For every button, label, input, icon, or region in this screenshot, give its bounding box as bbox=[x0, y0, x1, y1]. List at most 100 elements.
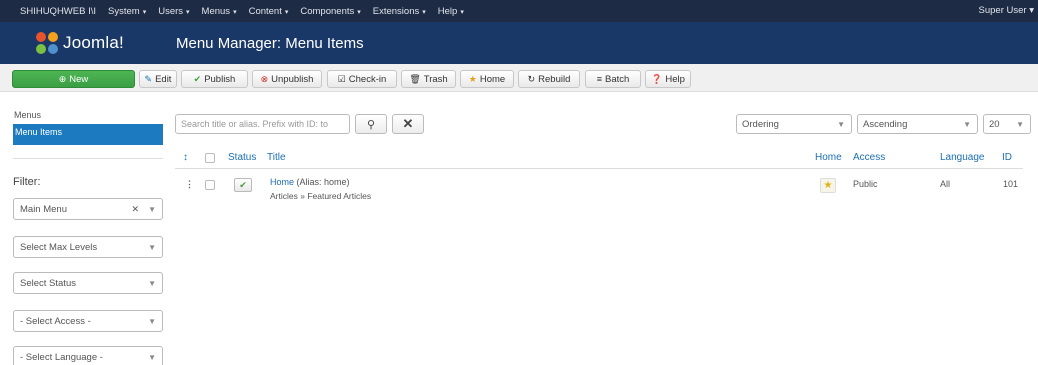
published-toggle[interactable]: ✔ bbox=[234, 178, 252, 192]
column-header-access[interactable]: Access bbox=[853, 152, 885, 163]
menu-system-label: System bbox=[108, 5, 140, 17]
sidebar-item-menu-items[interactable]: Menu Items bbox=[13, 124, 163, 145]
check-icon: ✔ bbox=[239, 179, 247, 190]
edit-button[interactable]: ✎ Edit bbox=[139, 70, 177, 88]
status-filter-select[interactable]: Select Status ▼ bbox=[13, 272, 163, 294]
item-id: 101 bbox=[1003, 179, 1019, 189]
menu-content-label: Content bbox=[248, 5, 282, 17]
table-header-divider bbox=[175, 168, 1023, 169]
edit-icon: ✎ bbox=[144, 73, 153, 84]
toolbar: ⊕ New ✎ Edit ✔ Publish ⊗ Unpublish ☑ Check-in… bbox=[0, 64, 1038, 92]
user-menu-label: Super User bbox=[978, 5, 1027, 16]
plus-circle-icon: ⊕ bbox=[58, 73, 67, 84]
direction-select[interactable]: Ascending ▼ bbox=[857, 114, 978, 134]
check-in-button-label: Check-in bbox=[348, 73, 387, 85]
direction-value: Ascending bbox=[863, 118, 908, 130]
site-name-link[interactable]: SHIHUQHWEB I\I bbox=[20, 6, 96, 17]
help-button[interactable]: ❓ Help bbox=[645, 70, 691, 88]
max-levels-select[interactable]: Select Max Levels ▼ bbox=[13, 236, 163, 258]
max-levels-value: Select Max Levels bbox=[20, 241, 98, 253]
chevron-down-icon: ▼ bbox=[148, 316, 156, 326]
chevron-down-icon: ▾ bbox=[357, 8, 361, 16]
publish-button-label: Publish bbox=[204, 73, 236, 85]
star-icon: ★ bbox=[468, 73, 477, 84]
menu-components-label: Components bbox=[300, 5, 355, 17]
page-title: Menu Manager: Menu Items bbox=[176, 34, 364, 52]
logo-text: Joomla! bbox=[63, 33, 124, 52]
menu-extensions[interactable]: Extensions ▾ bbox=[373, 6, 426, 17]
ordering-column-sort[interactable]: ↕ bbox=[183, 152, 188, 163]
default-home-star[interactable]: ★ bbox=[820, 178, 836, 193]
item-type: Articles » Featured Articles bbox=[270, 191, 372, 201]
new-button[interactable]: ⊕ New bbox=[12, 70, 135, 88]
trash-button[interactable]: 🗑 Trash bbox=[401, 70, 456, 88]
chevron-down-icon: ▼ bbox=[148, 278, 156, 288]
menu-menus[interactable]: Menus ▾ bbox=[202, 6, 237, 17]
access-filter-select[interactable]: - Select Access - ▼ bbox=[13, 310, 163, 332]
home-button[interactable]: ★ Home bbox=[460, 70, 514, 88]
menu-users[interactable]: Users ▾ bbox=[158, 6, 189, 17]
top-nav-bar: SHIHUQHWEB I\I System ▾ Users ▾ Menus ▾ Con… bbox=[0, 0, 1038, 22]
refresh-icon: ↻ bbox=[527, 73, 536, 84]
drag-handle-icon[interactable]: ⋮ bbox=[185, 179, 194, 190]
search-input[interactable]: Search title or alias. Prefix with ID: t… bbox=[175, 114, 350, 134]
menu-content[interactable]: Content ▾ bbox=[249, 6, 289, 17]
menu-filter-select[interactable]: Main Menu ✕ ▼ bbox=[13, 198, 163, 220]
filter-heading: Filter: bbox=[13, 176, 41, 188]
search-placeholder: Search title or alias. Prefix with ID: t… bbox=[181, 119, 329, 129]
menu-components[interactable]: Components ▾ bbox=[300, 6, 360, 17]
rebuild-button-label: Rebuild bbox=[538, 73, 571, 85]
chevron-down-icon: ▼ bbox=[148, 204, 156, 214]
item-title-link[interactable]: Home bbox=[270, 177, 294, 187]
search-icon: ⚲ bbox=[366, 118, 376, 131]
menu-system[interactable]: System ▾ bbox=[108, 6, 146, 17]
search-button[interactable]: ⚲ bbox=[355, 114, 387, 134]
chevron-down-icon: ▾ bbox=[142, 8, 147, 16]
item-language: All bbox=[940, 179, 951, 189]
sidebar-item-menus[interactable]: Menus bbox=[13, 110, 163, 124]
language-filter-value: - Select Language - bbox=[20, 351, 103, 363]
check-icon: ✔ bbox=[193, 73, 202, 84]
batch-button[interactable]: ≡ Batch bbox=[585, 70, 641, 88]
chevron-down-icon: ▼ bbox=[1016, 119, 1024, 129]
item-alias: (Alias: home) bbox=[296, 177, 350, 187]
clear-icon[interactable]: ✕ bbox=[131, 204, 139, 215]
joomla-logo-icon bbox=[36, 32, 58, 54]
edit-button-label: Edit bbox=[155, 73, 172, 85]
trash-button-label: Trash bbox=[423, 73, 448, 85]
help-button-label: Help bbox=[665, 73, 685, 85]
access-filter-value: - Select Access - bbox=[20, 315, 91, 327]
select-all-checkbox[interactable] bbox=[205, 153, 215, 163]
column-header-home[interactable]: Home bbox=[815, 152, 842, 163]
chevron-down-icon: ▾ bbox=[1029, 5, 1034, 16]
chevron-down-icon: ▼ bbox=[963, 119, 971, 129]
column-header-id[interactable]: ID bbox=[1002, 152, 1012, 163]
column-header-title[interactable]: Title bbox=[267, 152, 286, 163]
menu-help-label: Help bbox=[437, 5, 458, 17]
limit-select[interactable]: 20 ▼ bbox=[983, 114, 1031, 134]
menu-help[interactable]: Help ▾ bbox=[438, 6, 464, 17]
close-icon: ✕ bbox=[402, 116, 414, 131]
item-title[interactable]: Home (Alias: home) bbox=[270, 177, 350, 187]
rebuild-button[interactable]: ↻ Rebuild bbox=[518, 70, 580, 88]
chevron-down-icon: ▾ bbox=[233, 8, 237, 16]
menu-extensions-label: Extensions bbox=[372, 5, 420, 17]
column-header-status[interactable]: Status bbox=[228, 152, 256, 163]
page-header: Joomla! Menu Manager: Menu Items bbox=[0, 22, 1038, 64]
user-menu[interactable]: Super User ▾ bbox=[979, 5, 1034, 16]
row-checkbox[interactable] bbox=[205, 180, 215, 190]
menu-menus-label: Menus bbox=[201, 5, 231, 17]
check-in-button[interactable]: ☑ Check-in bbox=[327, 70, 397, 88]
menu-filter-value: Main Menu bbox=[20, 203, 67, 215]
column-header-language[interactable]: Language bbox=[940, 152, 985, 163]
unpublish-icon: ⊗ bbox=[260, 73, 269, 84]
unpublish-button[interactable]: ⊗ Unpublish bbox=[252, 70, 322, 88]
language-filter-select[interactable]: - Select Language - ▼ bbox=[13, 346, 163, 365]
clear-search-button[interactable]: ✕ bbox=[392, 114, 424, 134]
chevron-down-icon: ▾ bbox=[284, 8, 289, 16]
trash-icon: 🗑 bbox=[409, 73, 421, 84]
ordering-select[interactable]: Ordering ▼ bbox=[736, 114, 852, 134]
publish-button[interactable]: ✔ Publish bbox=[181, 70, 248, 88]
chevron-down-icon: ▼ bbox=[148, 352, 156, 362]
star-icon: ★ bbox=[823, 180, 833, 191]
